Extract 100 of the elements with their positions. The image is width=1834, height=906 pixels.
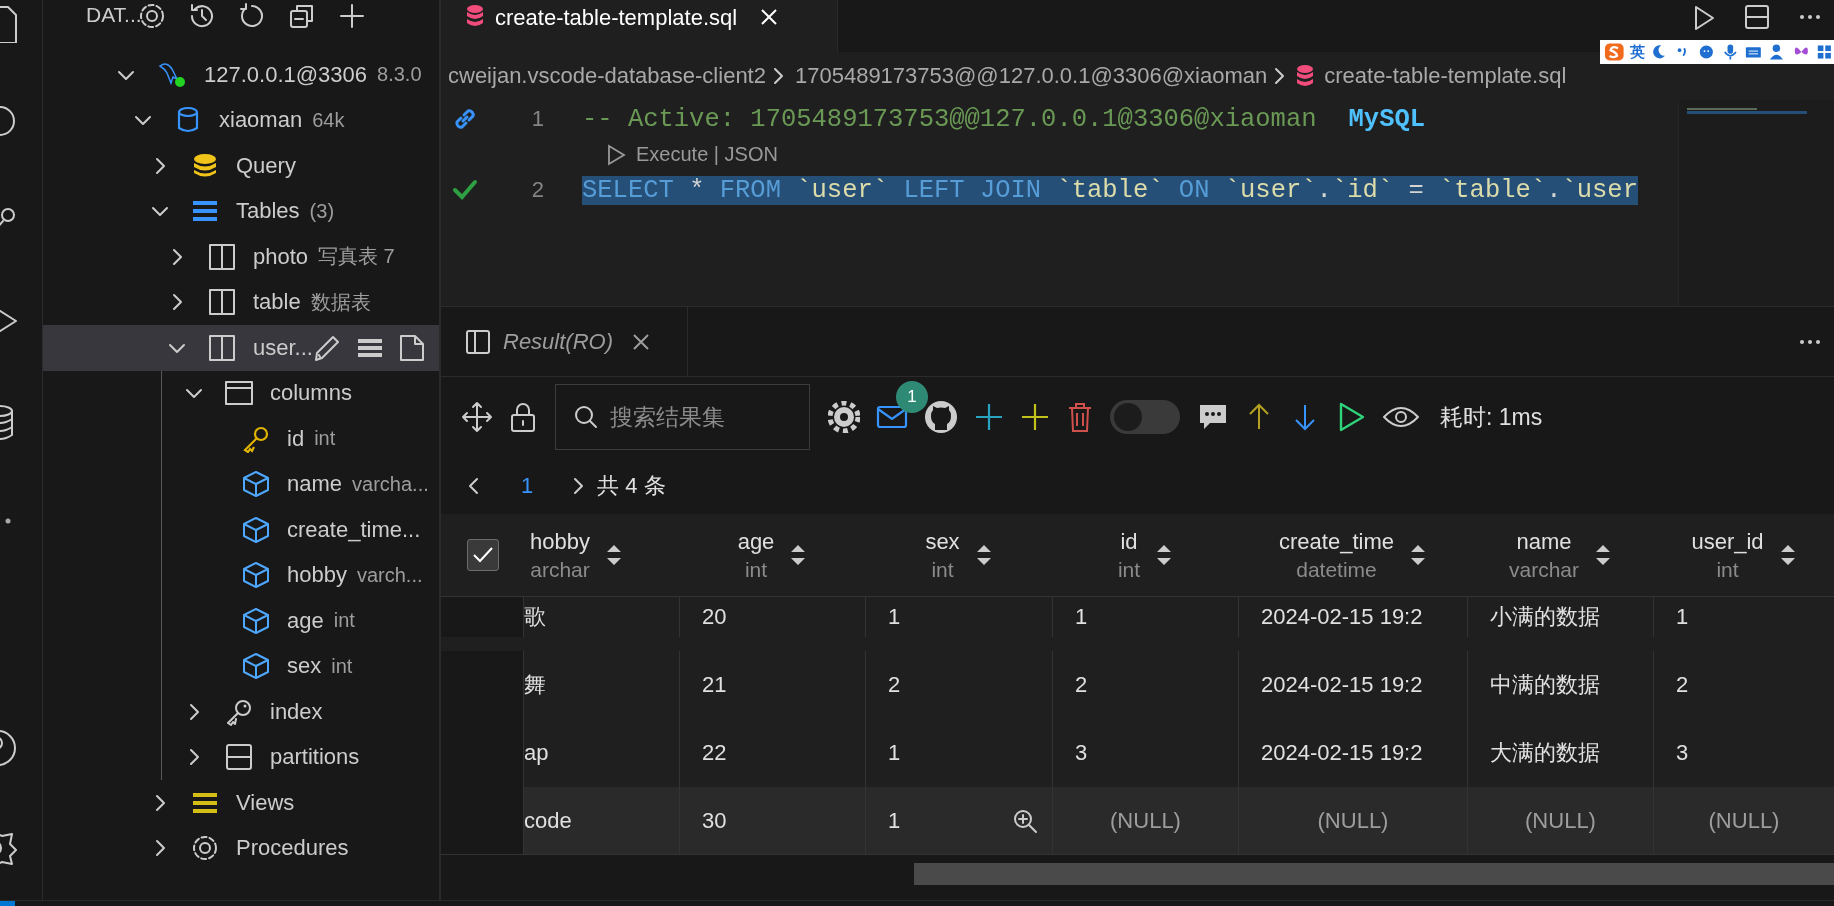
cube-icon bbox=[242, 606, 270, 635]
tree-item[interactable]: xiaoman 64k bbox=[43, 97, 439, 143]
tree-item[interactable]: Procedures bbox=[43, 825, 439, 871]
tree-detail: (3) bbox=[309, 199, 335, 223]
tree-label: age bbox=[287, 607, 324, 634]
split-editor-icon[interactable] bbox=[1744, 4, 1770, 30]
tree-item[interactable]: partitions bbox=[43, 734, 439, 780]
tree-detail: 写真表 7 bbox=[318, 244, 395, 270]
breadcrumb[interactable]: cweijan.vscode-database-client2 bbox=[448, 63, 766, 89]
tree-item[interactable]: Query bbox=[43, 143, 439, 189]
table-icon bbox=[208, 288, 236, 317]
column-type: int bbox=[744, 557, 768, 582]
tree-item[interactable]: age int bbox=[43, 598, 439, 644]
lock-icon[interactable] bbox=[509, 401, 537, 433]
cube-icon bbox=[242, 470, 270, 499]
more-icon[interactable] bbox=[1798, 337, 1822, 346]
tree-item[interactable]: columns bbox=[43, 370, 439, 416]
tree-item[interactable]: name varcha... bbox=[43, 461, 439, 507]
toggle-switch[interactable] bbox=[1110, 400, 1180, 434]
grid-icon[interactable] bbox=[1815, 42, 1834, 62]
tree-item[interactable]: Tables (3) bbox=[43, 188, 439, 234]
tree-label: 127.0.0.1@3306 bbox=[204, 61, 368, 88]
zoom-in-icon[interactable] bbox=[1012, 807, 1038, 834]
tree-label: id bbox=[287, 425, 305, 452]
pencil-icon[interactable] bbox=[313, 333, 341, 362]
select-all-checkbox[interactable] bbox=[466, 539, 499, 571]
close-icon[interactable] bbox=[631, 331, 651, 352]
tree-item[interactable]: table 数据表 bbox=[43, 279, 439, 325]
line-number: 2 bbox=[530, 177, 544, 203]
partition-icon bbox=[225, 743, 253, 772]
tree-item[interactable]: create_time... bbox=[43, 507, 439, 553]
column-type: varchar bbox=[1509, 557, 1579, 582]
mail-icon[interactable] bbox=[876, 404, 908, 430]
table-row[interactable]: 歌 20 1 1 2024-02-15 19:2 小满的数据 1 bbox=[441, 597, 1834, 651]
cube-icon bbox=[242, 652, 270, 681]
search-field[interactable]: 搜索结果集 bbox=[555, 384, 810, 450]
notification-badge: 1 bbox=[896, 381, 928, 413]
table-cell: 歌 bbox=[524, 597, 680, 637]
settings-icon[interactable] bbox=[138, 2, 166, 30]
code-lens[interactable]: Execute | JSON bbox=[636, 143, 778, 166]
table-cell: (NULL) bbox=[1053, 787, 1239, 854]
tree-item[interactable]: photo 写真表 7 bbox=[43, 234, 439, 280]
tree-item[interactable]: hobby varch... bbox=[43, 552, 439, 598]
table-cell: (NULL) bbox=[1239, 787, 1468, 854]
add-icon[interactable] bbox=[338, 2, 366, 30]
eye-icon[interactable] bbox=[1382, 404, 1420, 430]
column-name: hobby bbox=[530, 528, 590, 555]
tree-item[interactable]: Views bbox=[43, 780, 439, 826]
tree-item[interactable]: id int bbox=[43, 416, 439, 462]
chevron-right-icon bbox=[771, 65, 786, 87]
breadcrumb[interactable]: 1705489173753@@127.0.0.1@3306@xiaoman bbox=[794, 63, 1268, 89]
file-icon[interactable] bbox=[399, 333, 425, 362]
table-cell: 2024-02-15 19:2 bbox=[1239, 597, 1468, 637]
trash-icon[interactable] bbox=[1066, 401, 1094, 433]
tree-label: photo bbox=[253, 243, 309, 270]
tree-item[interactable]: 127.0.0.1@3306 8.3.0 bbox=[43, 52, 439, 98]
table-cell: 小满的数据 bbox=[1468, 597, 1654, 637]
collapse-all-icon[interactable] bbox=[288, 2, 316, 30]
table-cell: 1 bbox=[866, 597, 1053, 637]
table-row[interactable]: code 30 1 (NULL) (NULL) (NULL) (NULL) bbox=[441, 787, 1834, 855]
gear-icon bbox=[191, 834, 219, 863]
cube-icon bbox=[242, 561, 270, 590]
table-row[interactable]: 舞 21 2 2 2024-02-15 19:2 中满的数据 2 bbox=[441, 651, 1834, 719]
tree-detail: int bbox=[331, 654, 353, 678]
tree-item[interactable]: index bbox=[43, 689, 439, 735]
key-icon bbox=[242, 424, 270, 453]
tree-detail: int bbox=[333, 609, 355, 633]
move-icon[interactable] bbox=[461, 401, 493, 433]
breadcrumb[interactable]: create-table-template.sql bbox=[1324, 63, 1567, 89]
tree-label: Procedures bbox=[236, 835, 349, 862]
column-type: int bbox=[1716, 557, 1739, 582]
add-icon[interactable] bbox=[1020, 402, 1050, 432]
tree-item[interactable]: user... bbox=[43, 325, 439, 371]
split-icon bbox=[465, 328, 491, 355]
column-type: archar bbox=[530, 557, 590, 582]
editor-tab[interactable]: create-table-template.sql bbox=[441, 0, 838, 52]
page-number[interactable]: 1 bbox=[521, 472, 534, 499]
dolphin-icon bbox=[157, 60, 187, 89]
add-icon[interactable] bbox=[974, 402, 1004, 432]
play-icon[interactable] bbox=[606, 143, 626, 166]
run-icon[interactable] bbox=[1692, 4, 1716, 32]
close-icon[interactable] bbox=[759, 7, 780, 27]
horizontal-scrollbar[interactable] bbox=[914, 863, 1834, 885]
files-icon[interactable] bbox=[0, 3, 18, 43]
tree-label: sex bbox=[287, 653, 322, 680]
tree-item[interactable]: sex int bbox=[43, 643, 439, 689]
comment-icon[interactable] bbox=[1198, 402, 1228, 432]
tree-label: table bbox=[253, 289, 301, 316]
input-mode[interactable]: 英 bbox=[1629, 42, 1645, 62]
gear-icon[interactable] bbox=[828, 401, 860, 433]
history-icon[interactable] bbox=[188, 2, 216, 30]
tree-detail: 数据表 bbox=[310, 289, 371, 315]
column-name: age bbox=[737, 528, 775, 555]
refresh-icon[interactable] bbox=[238, 2, 266, 30]
cube-icon bbox=[242, 515, 270, 544]
cat-icon[interactable] bbox=[924, 400, 958, 434]
table-row[interactable]: ap 22 1 3 2024-02-15 19:2 大满的数据 3 bbox=[441, 719, 1834, 787]
tree-label: Query bbox=[236, 152, 296, 179]
column-name: id bbox=[1120, 528, 1138, 555]
panel-icon bbox=[225, 379, 253, 408]
